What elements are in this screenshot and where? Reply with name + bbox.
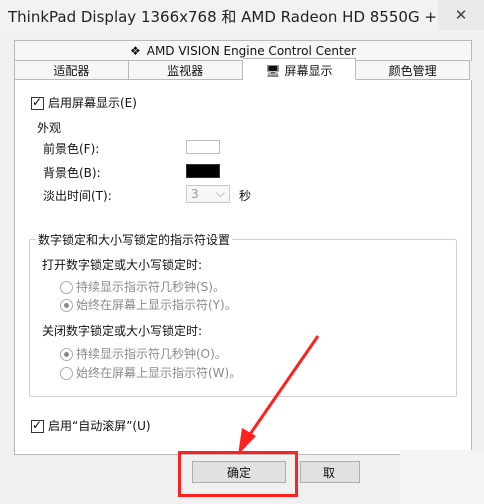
tab-osd[interactable]: 🖥 屏幕显示 <box>242 58 357 80</box>
fade-time-value: 3 <box>191 187 199 201</box>
lock-off-seconds-label: 持续显示指示符几秒钟(O)。 <box>76 347 227 361</box>
lock-on-option-seconds[interactable]: 持续显示指示符几秒钟(S)。 <box>60 278 225 295</box>
fade-unit: 秒 <box>239 189 252 203</box>
enable-osd-label: 启用屏幕显示(E) <box>48 96 137 110</box>
tab-adapter-label: 适配器 <box>53 64 90 78</box>
enable-osd-checkbox[interactable] <box>31 95 44 110</box>
lock-on-title: 打开数字锁定或大小写锁定时: <box>42 258 203 272</box>
appearance-group: 外观 前景色(F): 背景色(B): 淡出时间(T): 3 ⌵ 秒 <box>29 120 455 214</box>
lock-off-title: 关闭数字锁定或大小写锁定时: <box>42 324 203 338</box>
tab-monitor-label: 监视器 <box>167 64 204 78</box>
tab-adapter[interactable]: 适配器 <box>14 60 129 80</box>
tab-color-management-label: 颜色管理 <box>388 64 437 78</box>
tab-monitor[interactable]: 监视器 <box>128 60 243 80</box>
fade-label: 淡出时间(T): <box>43 189 112 203</box>
enable-osd-row[interactable]: 启用屏幕显示(E) <box>31 94 137 111</box>
lock-on-option-always[interactable]: 始终在屏幕上显示指示符(Y)。 <box>60 296 237 313</box>
autoscroll-row[interactable]: 启用“自动滚屏”(U) <box>31 417 151 434</box>
lock-on-always-radio[interactable] <box>60 299 73 312</box>
lock-indicator-group-title: 数字锁定和大小写锁定的指示符设置 <box>36 231 233 248</box>
lock-indicator-group: 数字锁定和大小写锁定的指示符设置 打开数字锁定或大小写锁定时: 持续显示指示符几… <box>29 231 457 397</box>
autoscroll-label: 启用“自动滚屏”(U) <box>48 419 151 433</box>
tab-osd-label: 屏幕显示 <box>284 64 333 78</box>
background-color-swatch[interactable] <box>186 164 220 178</box>
ok-button-highlight <box>178 451 298 497</box>
lock-off-seconds-radio[interactable] <box>60 348 73 361</box>
chevron-down-icon: ⌵ <box>215 186 225 200</box>
lock-off-always-radio[interactable] <box>60 367 73 380</box>
lock-on-always-label: 始终在屏幕上显示指示符(Y)。 <box>76 298 237 312</box>
background-label: 背景色(B): <box>43 166 101 180</box>
window-title: ThinkPad Display 1366x768 和 AMD Radeon H… <box>8 8 466 26</box>
foreground-label: 前景色(F): <box>43 142 100 156</box>
right-bottom-area <box>400 450 484 504</box>
tab-bar: 适配器 监视器 🖥 屏幕显示 颜色管理 <box>14 58 470 80</box>
lock-off-option-seconds[interactable]: 持续显示指示符几秒钟(O)。 <box>60 345 227 362</box>
tab-amd-vision-label: AMD VISION Engine Control Center <box>146 44 357 58</box>
lock-on-seconds-label: 持续显示指示符几秒钟(S)。 <box>76 280 225 294</box>
lock-on-seconds-radio[interactable] <box>60 281 73 294</box>
foreground-color-swatch[interactable] <box>186 140 220 154</box>
lock-off-always-label: 始终在屏幕上显示指示符(W)。 <box>76 366 242 380</box>
title-bar: ThinkPad Display 1366x768 和 AMD Radeon H… <box>0 0 484 34</box>
appearance-group-title: 外观 <box>37 121 62 135</box>
amd-logo-icon: ❖ <box>129 44 141 58</box>
cancel-button[interactable]: 取 <box>300 461 360 483</box>
close-button[interactable]: ✕ <box>438 0 484 30</box>
tab-color-management[interactable]: 颜色管理 <box>356 60 470 80</box>
autoscroll-checkbox[interactable] <box>31 418 44 433</box>
osd-panel: 启用屏幕显示(E) 外观 前景色(F): 背景色(B): 淡出时间(T): 3 … <box>14 80 472 455</box>
lock-off-option-always[interactable]: 始终在屏幕上显示指示符(W)。 <box>60 364 241 381</box>
monitor-icon: 🖥 <box>265 64 281 78</box>
fade-time-select[interactable]: 3 ⌵ <box>186 185 230 203</box>
